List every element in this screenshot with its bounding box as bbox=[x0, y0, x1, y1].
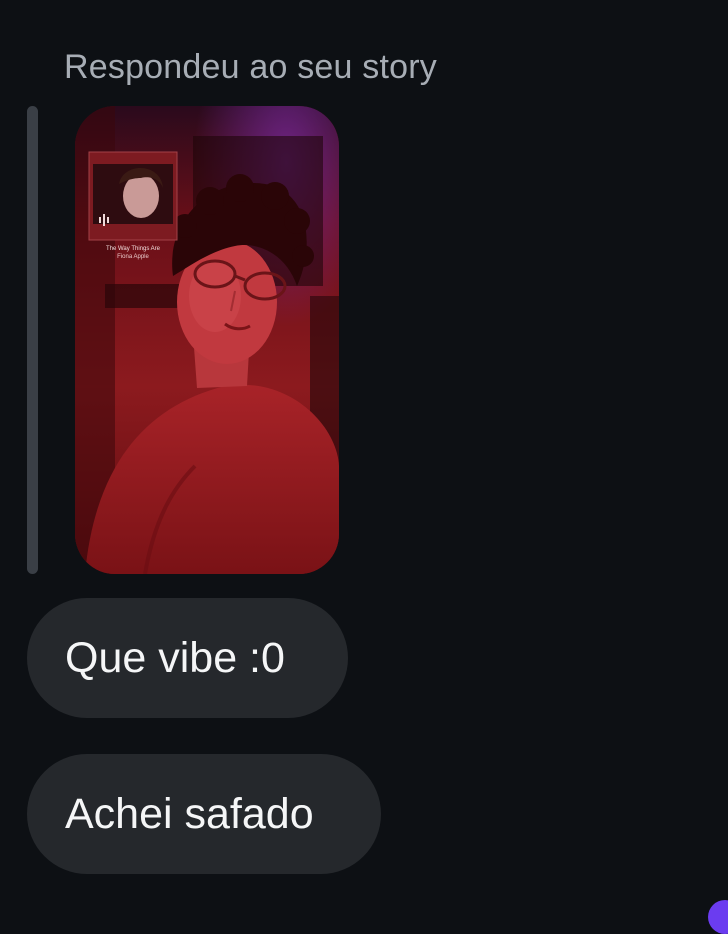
song-artist: Fiona Apple bbox=[117, 254, 149, 260]
reply-label: Respondeu ao seu story bbox=[64, 48, 437, 86]
message-bubble[interactable]: Achei safado bbox=[27, 754, 381, 874]
accent-dot bbox=[708, 900, 728, 934]
story-photo bbox=[75, 106, 339, 574]
reply-indicator-bar bbox=[27, 106, 38, 574]
song-title: The Way Things Are bbox=[105, 246, 161, 252]
message-bubble[interactable]: Que vibe :0 bbox=[27, 598, 348, 718]
story-preview[interactable]: The Way Things Are Fiona Apple bbox=[75, 106, 339, 574]
